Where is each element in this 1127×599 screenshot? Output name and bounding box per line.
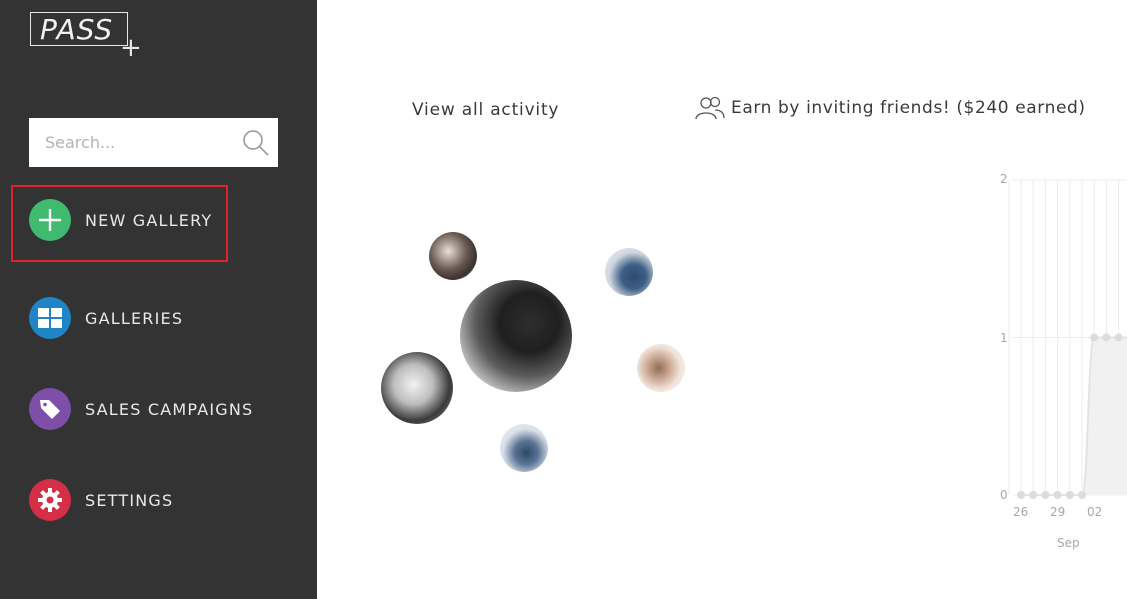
users-icon <box>695 96 725 120</box>
gallery-photo-thumbnail[interactable] <box>500 424 548 472</box>
gallery-photo-thumbnail[interactable] <box>605 248 653 296</box>
data-point <box>1041 491 1050 499</box>
data-point <box>1090 333 1099 342</box>
x-tick-label: 26 <box>1013 505 1029 519</box>
y-tick-label: 0 <box>1000 488 1008 502</box>
gallery-photo-thumbnail[interactable] <box>637 344 685 392</box>
tag-icon <box>29 388 71 430</box>
x-tick-label: 02 <box>1087 505 1103 519</box>
gallery-photo-thumbnail[interactable] <box>460 280 572 392</box>
data-point <box>1017 491 1025 499</box>
sidebar-item-settings[interactable]: SETTINGS <box>29 479 289 521</box>
data-point <box>1065 491 1074 499</box>
grid-icon <box>29 297 71 339</box>
data-point <box>1114 333 1123 342</box>
search-input[interactable] <box>29 118 229 167</box>
highlight-box <box>11 185 228 262</box>
pass-logo[interactable]: PASS + <box>30 12 142 63</box>
view-all-activity-link[interactable]: View all activity <box>412 100 559 120</box>
data-point <box>1078 491 1086 499</box>
search-icon[interactable] <box>242 129 270 157</box>
x-group-label: Sep <box>1057 536 1080 550</box>
y-tick-label: 1 <box>1000 331 1008 345</box>
nav-label-galleries: GALLERIES <box>85 308 184 328</box>
activity-chart: 2 1 0 26 29 02 Sep <box>990 165 1127 565</box>
nav-label-settings: SETTINGS <box>85 490 174 510</box>
invite-friends-link[interactable]: Earn by inviting friends! ($240 earned) <box>695 96 1086 120</box>
x-tick-label: 29 <box>1050 505 1066 519</box>
data-point <box>1102 333 1111 342</box>
data-point <box>1029 491 1038 499</box>
gallery-photo-thumbnail[interactable] <box>381 352 453 424</box>
y-tick-label: 2 <box>1000 172 1008 186</box>
invite-text: Earn by inviting friends! ($240 earned) <box>731 98 1086 118</box>
logo-plus: + <box>120 33 142 63</box>
search-box <box>29 118 278 167</box>
sidebar-item-galleries[interactable]: GALLERIES <box>29 297 289 339</box>
logo-text: PASS <box>30 12 128 46</box>
sidebar-item-sales-campaigns[interactable]: SALES CAMPAIGNS <box>29 388 289 430</box>
sidebar: PASS + NEW GALLERY GALLERIE <box>0 0 317 599</box>
gear-icon <box>29 479 71 521</box>
data-point <box>1053 491 1062 499</box>
nav-label-sales-campaigns: SALES CAMPAIGNS <box>85 399 254 419</box>
gallery-photo-thumbnail[interactable] <box>429 232 477 280</box>
series-area <box>1021 337 1127 495</box>
